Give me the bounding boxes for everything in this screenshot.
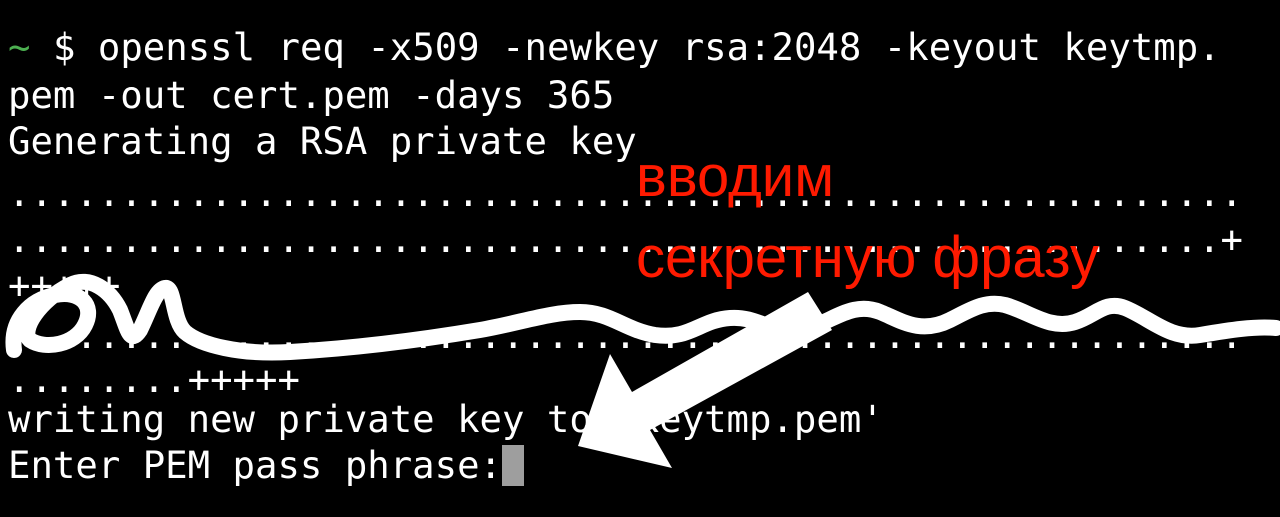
annotation-line-2: секретную фразу: [636, 225, 1099, 290]
annotation-line-1: вводим: [636, 144, 835, 209]
redaction-scribble: [5, 273, 1280, 361]
